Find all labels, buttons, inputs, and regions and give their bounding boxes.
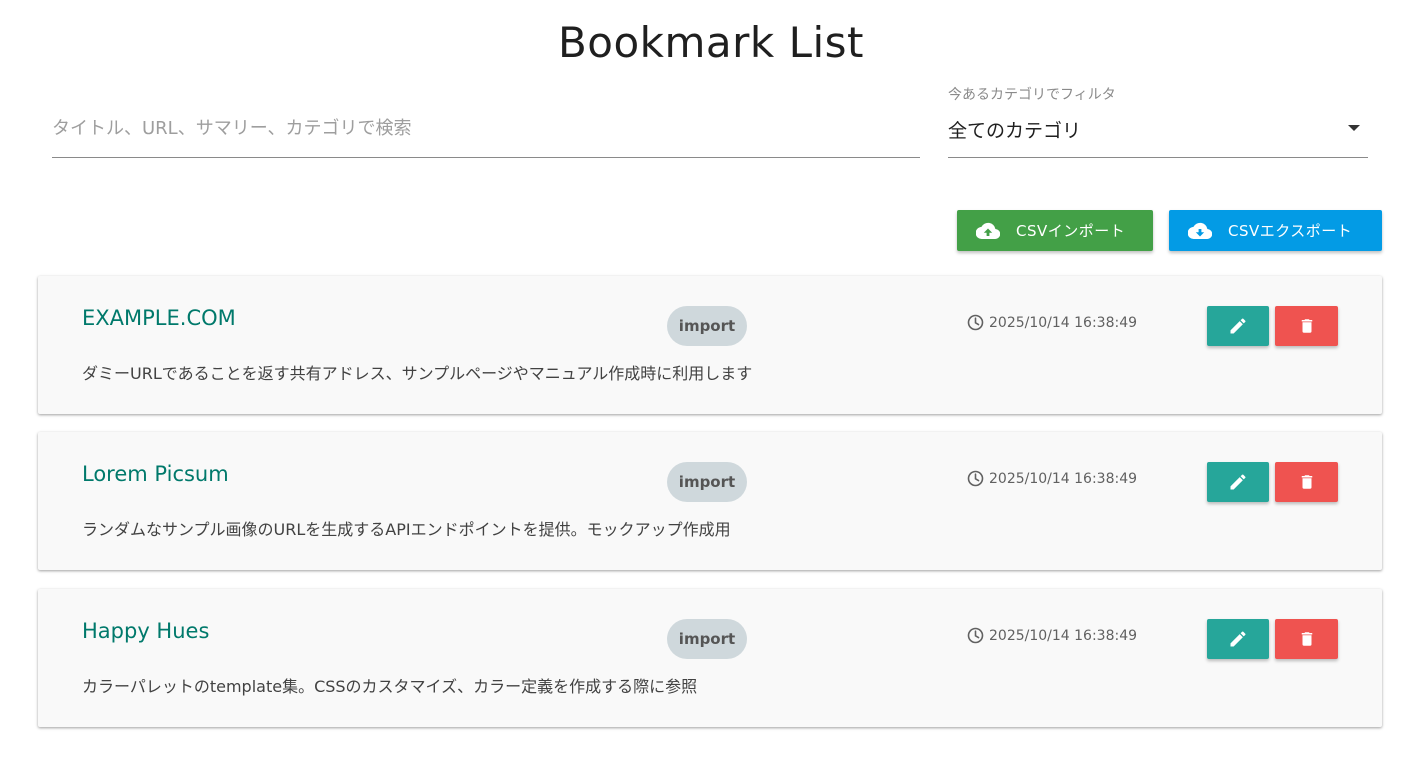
cloud-download-icon — [1188, 221, 1214, 241]
bookmark-card: EXAMPLE.COM import 2025/10/14 16:38:49 ダ… — [38, 276, 1382, 414]
pencil-icon — [1228, 472, 1248, 492]
bookmark-title-link[interactable]: Happy Hues — [82, 619, 209, 643]
delete-button[interactable] — [1275, 619, 1338, 659]
edit-button[interactable] — [1207, 462, 1269, 502]
delete-button[interactable] — [1275, 462, 1338, 502]
category-filter-select[interactable]: 今あるカテゴリでフィルタ 全てのカテゴリ — [948, 82, 1368, 158]
bookmark-card: Lorem Picsum import 2025/10/14 16:38:49 … — [38, 432, 1382, 570]
pencil-icon — [1228, 316, 1248, 336]
clock-icon — [967, 627, 984, 644]
filter-label: 今あるカテゴリでフィルタ — [948, 87, 1116, 103]
category-chip[interactable]: import — [667, 306, 747, 346]
bookmark-timestamp: 2025/10/14 16:38:49 — [967, 470, 1137, 487]
cloud-upload-icon — [976, 221, 1002, 241]
category-chip[interactable]: import — [667, 619, 747, 659]
bookmark-timestamp: 2025/10/14 16:38:49 — [967, 627, 1137, 644]
csv-export-label: CSVエクスポート — [1228, 222, 1353, 240]
bookmark-card: Happy Hues import 2025/10/14 16:38:49 カラ… — [38, 589, 1382, 727]
clock-icon — [967, 470, 984, 487]
bookmark-title-link[interactable]: EXAMPLE.COM — [82, 306, 236, 330]
filter-selected-value: 全てのカテゴリ — [948, 120, 1082, 142]
edit-button[interactable] — [1207, 619, 1269, 659]
search-input[interactable] — [52, 114, 912, 142]
bookmark-summary: ダミーURLであることを返す共有アドレス、サンプルページやマニュアル作成時に利用… — [82, 364, 753, 383]
trash-icon — [1298, 472, 1316, 492]
delete-button[interactable] — [1275, 306, 1338, 346]
bookmark-title-link[interactable]: Lorem Picsum — [82, 462, 229, 486]
timestamp-text: 2025/10/14 16:38:49 — [989, 627, 1138, 644]
bookmark-summary: カラーパレットのtemplate集。CSSのカスタマイズ、カラー定義を作成する際… — [82, 677, 698, 696]
category-chip[interactable]: import — [667, 462, 747, 502]
bookmark-timestamp: 2025/10/14 16:38:49 — [967, 314, 1137, 331]
search-field[interactable] — [52, 104, 920, 158]
caret-down-icon — [1348, 125, 1360, 131]
trash-icon — [1298, 316, 1316, 336]
page-title: Bookmark List — [557, 18, 865, 67]
clock-icon — [967, 314, 984, 331]
pencil-icon — [1228, 629, 1248, 649]
bookmark-summary: ランダムなサンプル画像のURLを生成するAPIエンドポイントを提供。モックアップ… — [82, 520, 731, 539]
edit-button[interactable] — [1207, 306, 1269, 346]
csv-import-label: CSVインポート — [1016, 222, 1126, 240]
trash-icon — [1298, 629, 1316, 649]
csv-import-button[interactable]: CSVインポート — [957, 210, 1153, 251]
timestamp-text: 2025/10/14 16:38:49 — [989, 470, 1138, 487]
timestamp-text: 2025/10/14 16:38:49 — [989, 314, 1138, 331]
csv-export-button[interactable]: CSVエクスポート — [1169, 210, 1382, 251]
